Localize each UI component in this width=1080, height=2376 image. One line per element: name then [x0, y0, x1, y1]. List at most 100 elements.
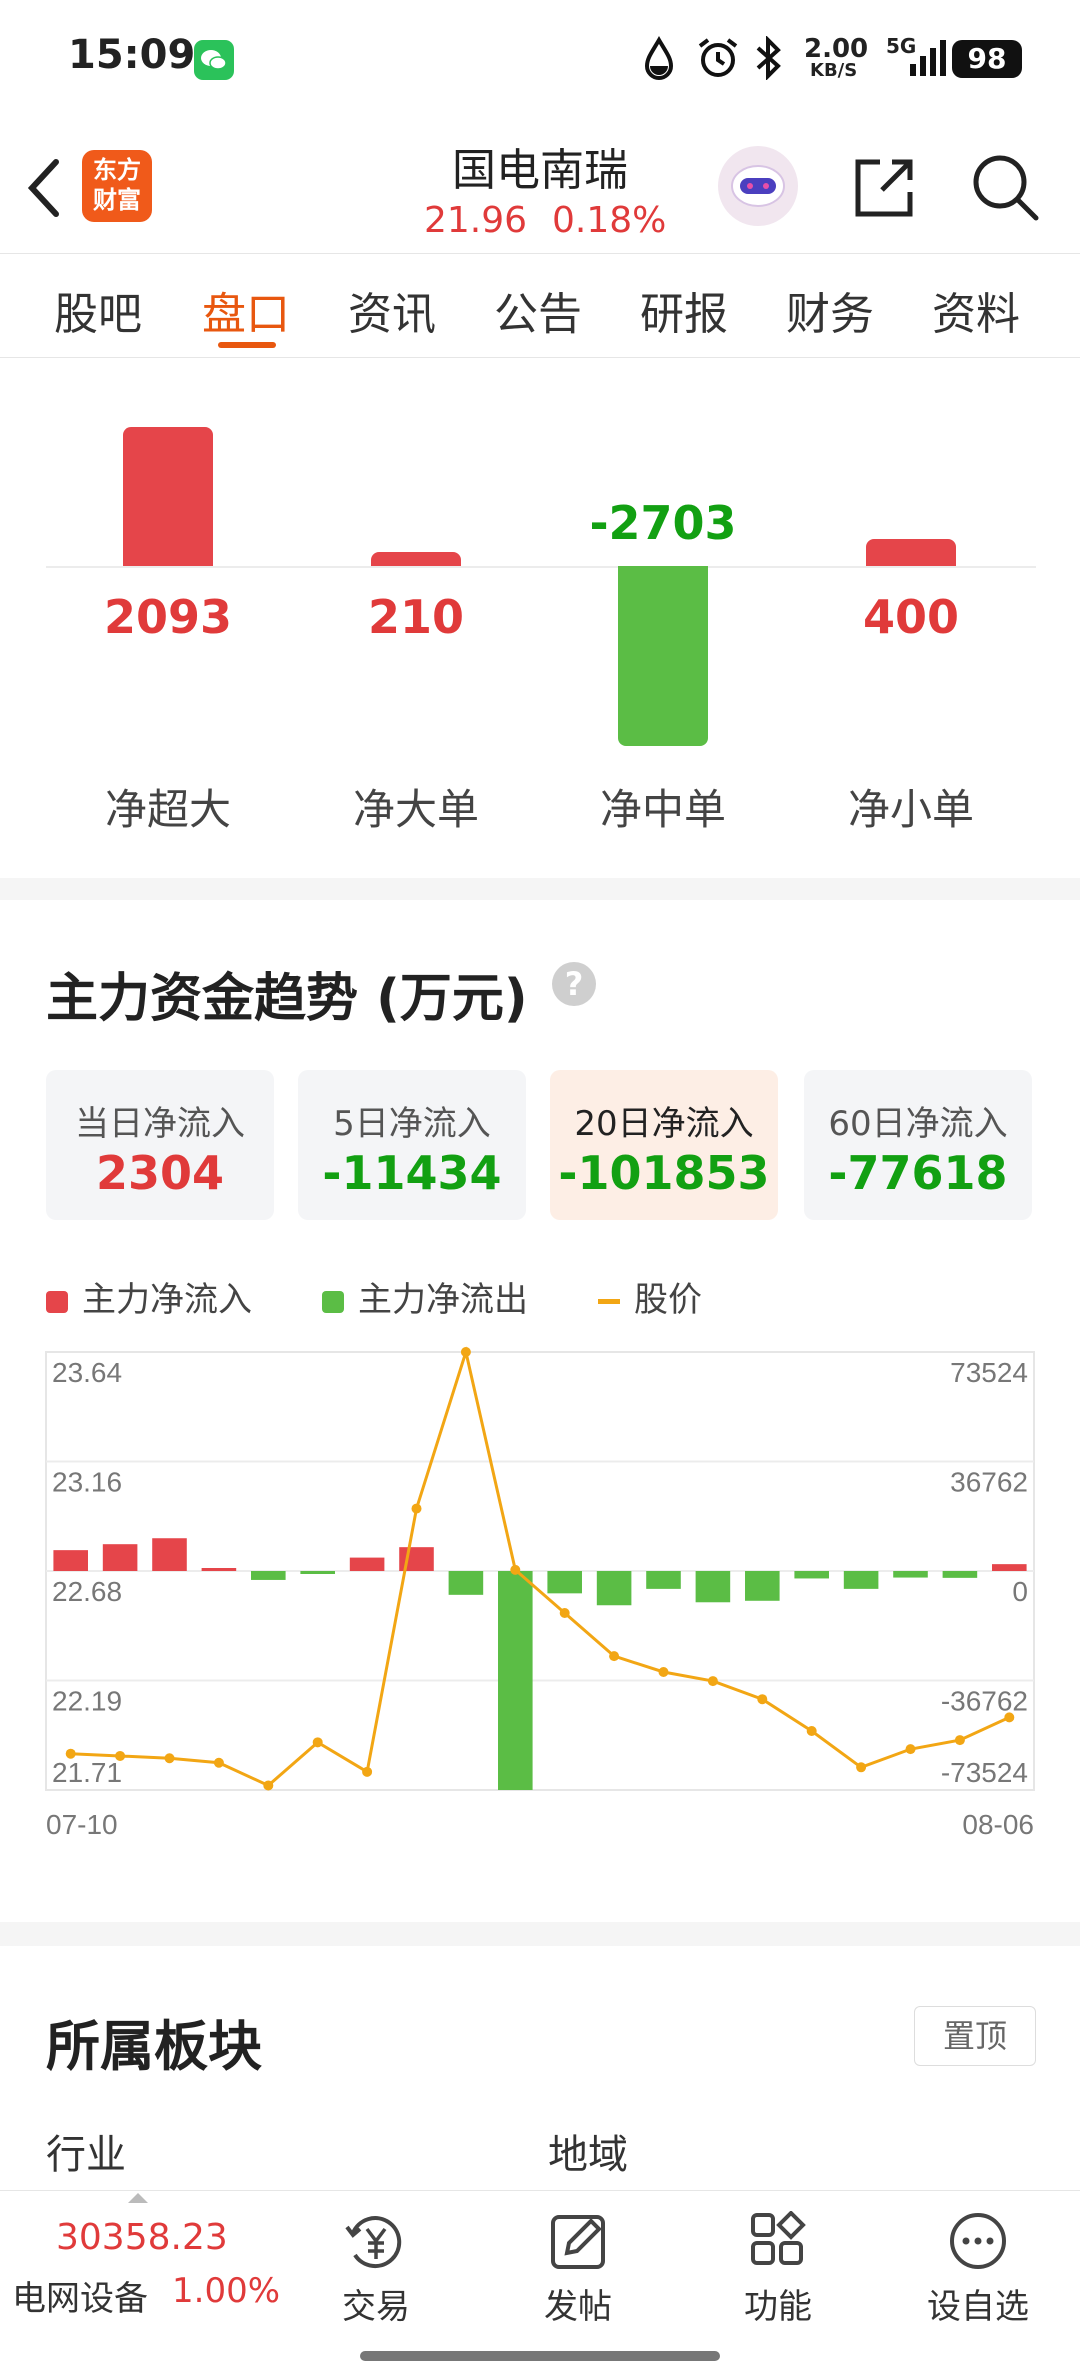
stock-name: 国电南瑞	[452, 145, 628, 196]
y-left-tick: 21.71	[52, 1757, 122, 1788]
price-point	[905, 1744, 916, 1755]
y-right-tick: 36762	[950, 1467, 1028, 1498]
price-point	[460, 1347, 471, 1357]
wechat-icon	[194, 40, 234, 80]
logo-line2: 财富	[93, 186, 141, 214]
tab-research[interactable]: 研报	[640, 278, 728, 342]
nav-functions[interactable]: 功能	[708, 2211, 848, 2328]
tab-news[interactable]: 资讯	[348, 278, 436, 342]
flow-bar	[547, 1571, 582, 1594]
y-left-tick: 22.19	[52, 1686, 122, 1717]
stock-tabs: 股吧 盘口 资讯 公告 研报 财务 资料	[0, 254, 1080, 358]
flow-bar	[794, 1571, 829, 1579]
flow-bar	[371, 552, 461, 566]
flow-bar	[251, 1571, 286, 1580]
price-point	[658, 1666, 669, 1677]
app-logo: 东方 财富	[82, 150, 152, 222]
nav-functions-label: 功能	[744, 2287, 812, 2327]
flow-label: 净小单	[847, 785, 974, 834]
stat-5day[interactable]: 5日净流入 -11434	[298, 1070, 526, 1220]
tab-announcements[interactable]: 公告	[494, 278, 582, 342]
bluetooth-icon	[756, 36, 781, 80]
price-point	[609, 1651, 620, 1662]
legend-price: 股价	[598, 1272, 702, 1321]
price-point	[707, 1676, 718, 1687]
flow-value: 210	[367, 590, 465, 644]
flow-value: -2703	[589, 496, 737, 550]
flow-label: 净大单	[352, 785, 479, 834]
legend-inflow: 主力净流入	[46, 1272, 252, 1321]
stat-60day[interactable]: 60日净流入 -77618	[804, 1070, 1032, 1220]
flow-bar	[695, 1571, 731, 1603]
stat-label: 20日净流入	[574, 1104, 754, 1144]
legend-inflow-swatch	[46, 1290, 68, 1313]
stock-price: 21.96	[424, 200, 528, 241]
grid-icon	[751, 2211, 806, 2265]
pin-button[interactable]: 置顶	[914, 2006, 1036, 2066]
stat-today[interactable]: 当日净流入 2304	[46, 1070, 274, 1220]
y-left-tick: 23.64	[52, 1357, 122, 1388]
tab-finance[interactable]: 财务	[786, 278, 874, 342]
tab-guba[interactable]: 股吧	[54, 278, 142, 342]
net-flow-card: 2093 净超大 210 净大单 -2703 净中单 400 净小单	[0, 358, 1080, 878]
price-point	[856, 1762, 867, 1773]
tab-active-indicator	[218, 342, 276, 348]
stat-value: -11434	[322, 1146, 502, 1200]
flow-bar	[201, 1568, 237, 1571]
nav-trade-label: 交易	[342, 2287, 410, 2327]
flow-bar	[992, 1564, 1027, 1571]
flow-bar	[646, 1571, 681, 1589]
index-value[interactable]: 30358.23	[56, 2217, 228, 2258]
net-unit: KB/S	[810, 60, 858, 81]
back-icon[interactable]	[22, 156, 66, 220]
flow-bar	[596, 1571, 632, 1606]
price-point	[164, 1753, 175, 1764]
flow-bar	[498, 1571, 533, 1790]
price-point	[559, 1607, 570, 1618]
index-name[interactable]: 电网设备	[12, 2271, 148, 2320]
flow-bar	[866, 539, 956, 566]
price-point	[806, 1725, 817, 1736]
flow-bar	[53, 1550, 88, 1571]
nav-watchlist[interactable]: 设自选	[908, 2211, 1048, 2328]
nav-trade[interactable]: 交易	[306, 2211, 446, 2328]
trend-title: 主力资金趋势 (万元)	[46, 969, 528, 1029]
price-point	[263, 1780, 274, 1791]
flow-bar	[893, 1571, 928, 1578]
y-right-tick: -73524	[941, 1757, 1028, 1788]
price-point	[757, 1694, 768, 1705]
tab-pankou[interactable]: 盘口	[202, 278, 290, 342]
price-point	[411, 1503, 422, 1514]
bottom-bar: 30358.23 电网设备 1.00% 交易 发帖 功能 设自选	[0, 2190, 1080, 2376]
battery-indicator: 98	[952, 40, 1022, 78]
status-time: 15:09	[68, 32, 196, 78]
flow-label: 净超大	[104, 785, 231, 834]
industry-label: 行业	[46, 2132, 126, 2178]
y-right-tick: 0	[1012, 1576, 1028, 1607]
tab-profile[interactable]: 资料	[932, 278, 1020, 342]
stat-value: 2304	[95, 1146, 225, 1200]
stat-label: 5日净流入	[333, 1104, 491, 1144]
flow-bar	[102, 1544, 138, 1571]
nav-watchlist-label: 设自选	[927, 2287, 1029, 2327]
stat-20day[interactable]: 20日净流入 -101853	[550, 1070, 778, 1220]
help-icon[interactable]: ?	[552, 962, 596, 1006]
edit-icon	[551, 2215, 605, 2269]
search-icon[interactable]	[970, 152, 1040, 222]
stat-value: -101853	[558, 1146, 770, 1200]
legend-outflow-swatch	[322, 1290, 344, 1313]
caret-up-icon[interactable]	[126, 2191, 150, 2205]
x-end-tick: 08-06	[962, 1809, 1034, 1840]
legend-outflow: 主力净流出	[322, 1272, 528, 1321]
ai-assistant-icon[interactable]	[718, 146, 798, 226]
status-bar: 15:09 2.00 KB/S 5G 98	[0, 0, 1080, 118]
stat-label: 60日净流入	[828, 1104, 1008, 1144]
share-icon[interactable]	[852, 154, 918, 220]
capital-trend-card: 主力资金趋势 (万元) ? 当日净流入 2304 5日净流入 -11434 20…	[0, 900, 1080, 1922]
capital-trend-chart: 23.64 23.16 22.68 22.19 21.71 73524 36762 0 -367…	[45, 1346, 1035, 1840]
sector-card: 所属板块 置顶 行业 地域	[0, 1946, 1080, 2196]
flow-bar	[942, 1571, 978, 1578]
stat-label: 当日净流入	[75, 1104, 245, 1144]
x-start-tick: 07-10	[46, 1809, 118, 1840]
nav-post[interactable]: 发帖	[508, 2211, 648, 2328]
